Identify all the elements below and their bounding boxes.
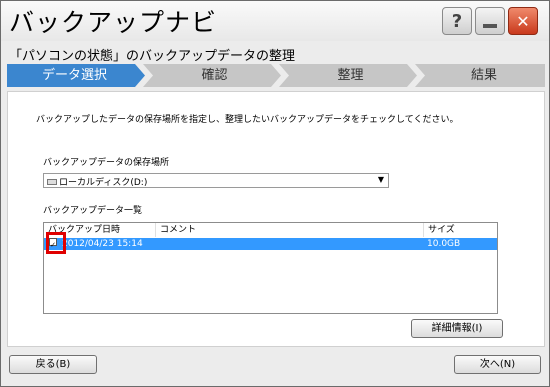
title-bar: バックアップナビ ? ✕ bbox=[1, 1, 549, 41]
backup-list[interactable]: バックアップ日時 コメント サイズ ✓ 2012/04/23 15:14 10.… bbox=[43, 222, 498, 314]
minimize-icon bbox=[483, 23, 497, 28]
step-confirm: 確認 bbox=[201, 68, 228, 83]
drive-icon bbox=[47, 179, 57, 185]
step-organize: 整理 bbox=[337, 68, 364, 83]
back-button[interactable]: 戻る(B) bbox=[9, 355, 97, 374]
instruction-text: バックアップしたデータの保存場所を指定し、整理したいバックアップデータをチェック… bbox=[36, 115, 459, 125]
row-size: 10.0GB bbox=[427, 239, 461, 249]
table-row[interactable]: ✓ 2012/04/23 15:14 10.0GB bbox=[44, 238, 497, 250]
location-dropdown[interactable]: ローカルディスク(D:) ▼ bbox=[43, 173, 389, 188]
minimize-button[interactable] bbox=[475, 7, 505, 35]
column-header-comment[interactable]: コメント bbox=[156, 223, 424, 237]
row-date: 2012/04/23 15:14 bbox=[62, 239, 143, 249]
close-button[interactable]: ✕ bbox=[508, 7, 538, 35]
window-subtitle: 「パソコンの状態」のバックアップデータの整理 bbox=[9, 49, 296, 64]
highlight-box bbox=[46, 232, 66, 254]
step-indicator: データ選択 確認 整理 結果 bbox=[7, 64, 545, 87]
next-button[interactable]: 次へ(N) bbox=[454, 355, 541, 374]
details-button[interactable]: 詳細情報(I) bbox=[411, 319, 503, 338]
column-header-size[interactable]: サイズ bbox=[424, 223, 497, 237]
step-data-select: データ選択 bbox=[41, 68, 107, 83]
list-label: バックアップデータ一覧 bbox=[43, 206, 143, 216]
dropdown-arrow-icon: ▼ bbox=[377, 175, 384, 184]
location-label: バックアップデータの保存場所 bbox=[43, 158, 170, 168]
step-result: 結果 bbox=[470, 68, 497, 83]
location-value: ローカルディスク(D:) bbox=[59, 178, 148, 188]
help-button[interactable]: ? bbox=[442, 7, 472, 35]
app-title: バックアップナビ bbox=[9, 8, 218, 37]
